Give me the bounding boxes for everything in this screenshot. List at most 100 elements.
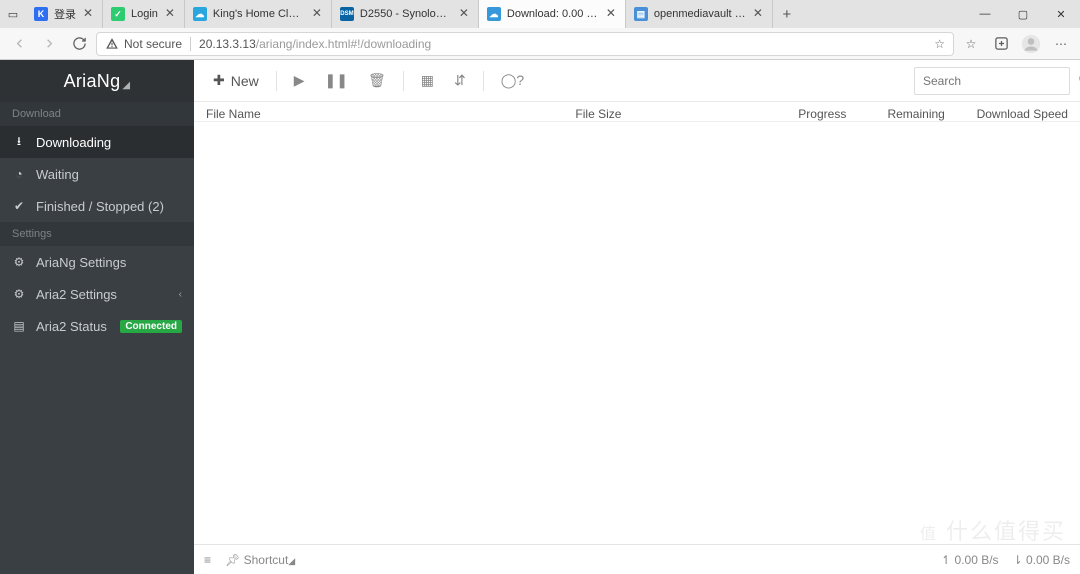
col-remaining[interactable]: Remaining <box>846 107 945 116</box>
gear-icon: ⚙ <box>12 287 26 301</box>
download-speed: ⇂ 0.00 B/s <box>1013 553 1070 567</box>
tab[interactable]: ▤ openmediavault co ✕ <box>626 0 773 28</box>
tab-active[interactable]: ☁ Download: 0.00 B/s ✕ <box>479 0 626 28</box>
status-badge: Connected <box>120 320 182 333</box>
sidebar-item-aria2-status[interactable]: ▤ Aria2 Status Connected <box>0 310 194 342</box>
sidebar-section-download: Download <box>0 102 194 126</box>
col-progress[interactable]: Progress <box>736 107 847 116</box>
pin-icon: 📌︎ <box>225 553 240 567</box>
sidebar-item-waiting[interactable]: ◔ Waiting <box>0 158 194 190</box>
tab-title: 登录 <box>54 6 76 22</box>
close-icon[interactable]: ✕ <box>458 8 470 20</box>
col-download-speed[interactable]: Download Speed <box>945 107 1068 116</box>
not-secure-badge: Not secure <box>105 37 182 51</box>
empty-table-body <box>194 122 1080 544</box>
address-bar: Not secure 20.13.3.13/ariang/index.html#… <box>0 28 1080 60</box>
check-icon: ✔ <box>12 199 26 213</box>
new-tab-button[interactable]: + <box>773 0 801 28</box>
tab-outline-icon[interactable]: ▭ <box>0 0 26 28</box>
tab[interactable]: K 登录 ✕ <box>26 0 103 28</box>
back-button[interactable] <box>6 31 32 57</box>
profile-icon[interactable] <box>1018 31 1044 57</box>
separator <box>190 37 191 51</box>
sidebar: AriaNg◢ Download ⭳ Downloading ◔ Waiting… <box>0 60 194 574</box>
pause-button[interactable]: ❚❚ <box>316 67 357 94</box>
play-icon: ▶ <box>294 72 305 89</box>
favorites-icon[interactable]: ☆ <box>958 31 984 57</box>
menu-icon[interactable]: ⋯ <box>1048 31 1074 57</box>
favicon-icon: ☁ <box>487 7 501 21</box>
pause-icon: ❚❚ <box>325 72 348 89</box>
grid-icon: ▦ <box>421 72 434 89</box>
favicon-icon: DSM <box>340 7 354 21</box>
close-icon[interactable]: ✕ <box>605 8 617 20</box>
search-box[interactable] <box>914 67 1070 95</box>
url-field[interactable]: Not secure 20.13.3.13/ariang/index.html#… <box>96 32 954 56</box>
clock-icon: ◔ <box>12 167 26 181</box>
shortcut-button[interactable]: 📌︎ Shortcut◢ <box>225 553 295 567</box>
sidebar-item-label: Aria2 Settings <box>36 287 117 302</box>
trash-icon: 🗑︎ <box>368 72 386 89</box>
favicon-icon: K <box>34 7 48 21</box>
sidebar-item-ariang-settings[interactable]: ⚙ AriaNg Settings <box>0 246 194 278</box>
sidebar-item-aria2-settings[interactable]: ⚙ Aria2 Settings ‹ <box>0 278 194 310</box>
upload-speed: ↿ 0.00 B/s <box>941 553 998 567</box>
tab-title: openmediavault co <box>654 8 746 20</box>
gear-icon: ⚙ <box>12 255 26 269</box>
tab-title: D2550 - Synology D <box>360 8 452 20</box>
main-area: ✚ New ▶ ❚❚ 🗑︎ ▦ ⇵ ◯? File Name File Size… <box>194 60 1080 574</box>
menu-icon[interactable]: ≡ <box>204 553 211 567</box>
sidebar-section-settings: Settings <box>0 222 194 246</box>
star-icon[interactable]: ☆ <box>934 37 945 51</box>
new-button[interactable]: ✚ New <box>204 67 268 94</box>
close-icon[interactable]: ✕ <box>752 8 764 20</box>
not-secure-label: Not secure <box>124 37 182 51</box>
sidebar-item-label: AriaNg Settings <box>36 255 126 270</box>
toolbar: ✚ New ▶ ❚❚ 🗑︎ ▦ ⇵ ◯? <box>194 60 1080 102</box>
divider <box>403 71 404 91</box>
upload-icon: ↿ <box>941 553 951 567</box>
url-text: 20.13.3.13/ariang/index.html#!/downloadi… <box>199 37 431 51</box>
forward-button[interactable] <box>36 31 62 57</box>
refresh-button[interactable] <box>66 31 92 57</box>
tab-title: King's Home Cloud <box>213 8 305 20</box>
download-icon: ⭳ <box>12 132 26 153</box>
sidebar-item-label: Finished / Stopped (2) <box>36 199 164 214</box>
minimize-button[interactable]: — <box>966 0 1004 28</box>
table-header: File Name File Size Progress Remaining D… <box>194 102 1080 122</box>
close-icon[interactable]: ✕ <box>311 8 323 20</box>
chevron-left-icon: ‹ <box>179 289 182 300</box>
help-button[interactable]: ◯? <box>492 67 533 94</box>
divider <box>276 71 277 91</box>
select-all-button[interactable]: ▦ <box>412 67 443 94</box>
new-button-label: New <box>231 73 259 89</box>
divider <box>483 71 484 91</box>
delete-button[interactable]: 🗑︎ <box>359 67 395 94</box>
sidebar-item-downloading[interactable]: ⭳ Downloading <box>0 126 194 158</box>
start-button[interactable]: ▶ <box>285 67 314 94</box>
collections-icon[interactable] <box>988 31 1014 57</box>
app-brand: AriaNg◢ <box>0 60 194 102</box>
tab-title: Login <box>131 8 158 20</box>
sort-button[interactable]: ⇵ <box>445 67 475 94</box>
close-icon[interactable]: ✕ <box>164 8 176 20</box>
tab-title: Download: 0.00 B/s <box>507 8 599 20</box>
status-bar: ≡ 📌︎ Shortcut◢ ↿ 0.00 B/s ⇂ 0.00 B/s <box>194 544 1080 574</box>
tab[interactable]: ☁ King's Home Cloud ✕ <box>185 0 332 28</box>
window-close-button[interactable]: ✕ <box>1042 0 1080 28</box>
close-icon[interactable]: ✕ <box>82 8 94 20</box>
sidebar-item-finished[interactable]: ✔ Finished / Stopped (2) <box>0 190 194 222</box>
help-icon: ◯? <box>501 72 524 89</box>
tab-strip: ▭ K 登录 ✕ ✓ Login ✕ ☁ King's Home Cloud ✕… <box>0 0 1080 28</box>
col-file-name[interactable]: File Name <box>206 107 575 116</box>
favicon-icon: ✓ <box>111 7 125 21</box>
plus-icon: ✚ <box>213 72 225 89</box>
maximize-button[interactable]: ▢ <box>1004 0 1042 28</box>
col-file-size[interactable]: File Size <box>575 107 735 116</box>
sidebar-item-label: Aria2 Status <box>36 319 107 334</box>
tab[interactable]: DSM D2550 - Synology D ✕ <box>332 0 479 28</box>
favicon-icon: ☁ <box>193 7 207 21</box>
tab[interactable]: ✓ Login ✕ <box>103 0 185 28</box>
favicon-icon: ▤ <box>634 7 648 21</box>
search-input[interactable] <box>923 74 1078 88</box>
